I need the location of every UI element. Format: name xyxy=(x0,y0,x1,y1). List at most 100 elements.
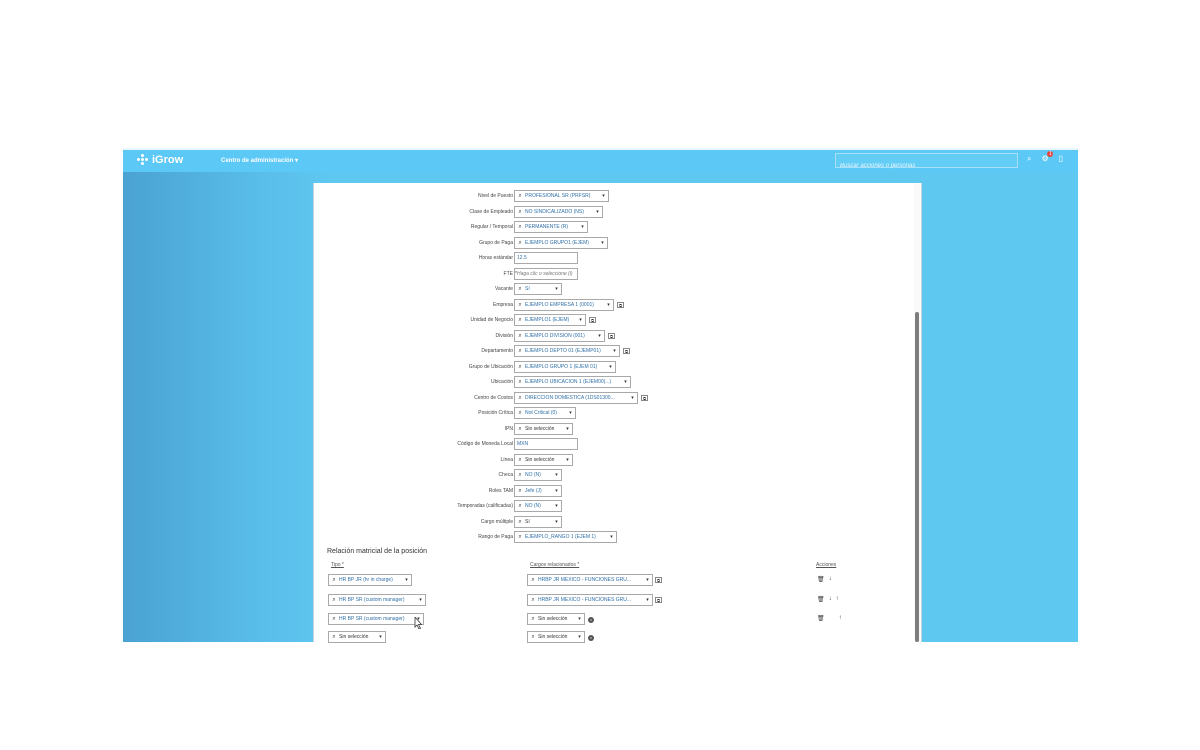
lookup-select[interactable]: ⌕ EJEMPLO_RANGO 1 (EJEM 1) ▾ xyxy=(514,531,617,543)
select-value: EJEMPLO GRUPO1 (EJEM) xyxy=(525,240,589,246)
lookup-select[interactable]: ⌕ Sin selección ▾ xyxy=(514,423,573,435)
admin-center-menu[interactable]: Centro de administración ▾ xyxy=(221,157,298,164)
lookup-select[interactable]: ⌕ EJEMPLO DEPTO 01 (EJEMP01) ▾ xyxy=(514,345,620,357)
field-label: Nivel de Puesto xyxy=(477,193,513,199)
open-external-icon[interactable]: ⧉ xyxy=(608,333,615,339)
lookup-select[interactable]: ⌕ EJEMPLO1 (EJEM) ▾ xyxy=(514,314,586,326)
lookup-select[interactable]: ⌕ Jefe (J) ▾ xyxy=(514,485,562,497)
lookup-select[interactable]: ⌕ EJEMPLO EMPRESA 1 (0001) ▾ xyxy=(514,299,614,311)
form-row: Grupo de Paga *⌕EJEMPLO GRUPO1 (EJEM)▾ xyxy=(313,237,913,249)
select-value: Not Critical (0) xyxy=(525,410,557,416)
arrow-up-icon[interactable]: ↑ xyxy=(839,615,842,622)
form-row: Cargo múltiple ⌕ Sí ▾ xyxy=(313,516,913,528)
chevron-down-icon[interactable]: ▾ xyxy=(563,457,572,463)
lookup-select[interactable]: ⌕ Sin selección ▾ xyxy=(514,454,573,466)
open-external-icon[interactable]: ⧉ xyxy=(623,348,630,354)
chevron-down-icon[interactable]: ▾ xyxy=(595,333,604,339)
select-value: EJEMPLO UBICACIÓN 1 (EJEM00(...) xyxy=(525,379,612,385)
chevron-down-icon[interactable]: ▾ xyxy=(643,597,652,603)
arrow-up-icon[interactable]: ↑ xyxy=(836,596,839,603)
lookup-select[interactable]: ⌕ EJEMPLO UBICACIÓN 1 (EJEM00(...) ▾ xyxy=(514,376,631,388)
chevron-down-icon[interactable]: ▾ xyxy=(563,426,572,432)
chevron-down-icon[interactable]: ▾ xyxy=(598,240,607,246)
open-external-icon[interactable]: ⧉ xyxy=(617,302,624,308)
search-icon: ⌕ xyxy=(332,576,336,583)
chevron-down-icon[interactable]: ▾ xyxy=(575,634,584,640)
open-external-icon[interactable]: ⧉ xyxy=(655,597,662,603)
chevron-down-icon[interactable]: ▾ xyxy=(416,597,425,603)
text-field[interactable]: MXN xyxy=(514,438,578,450)
matrix-lookup-select[interactable]: ⌕ HR BP JR (hr in charge) ▾ xyxy=(328,574,412,586)
matrix-lookup-select[interactable]: ⌕ HRBP JR MÉXICO - FUNCIONES GRU... ▾ xyxy=(527,574,653,586)
arrow-down-icon[interactable]: ↓ xyxy=(829,596,832,603)
chevron-down-icon[interactable]: ▾ xyxy=(606,364,615,370)
text-field[interactable]: 12.5 xyxy=(514,252,578,264)
select-value: PROFESIONAL SR (PRFSR) xyxy=(525,193,591,199)
matrix-lookup-select[interactable]: ⌕ Sin selección ▾ xyxy=(328,631,386,643)
matrix-lookup-select[interactable]: ⌕ HR BP SR (custom manager) ▾ xyxy=(328,613,424,625)
trash-icon[interactable]: 🗑 xyxy=(817,596,825,603)
matrix-lookup-select[interactable]: ⌕ Sin selección ▾ xyxy=(527,613,585,625)
select-value: PERMANENTE (R) xyxy=(525,224,569,230)
search-icon: ⌕ xyxy=(332,596,336,603)
more-icon[interactable]: ▯ xyxy=(1059,154,1063,164)
chevron-down-icon[interactable]: ▾ xyxy=(575,616,584,622)
chevron-down-icon[interactable]: ▾ xyxy=(593,209,602,215)
global-search[interactable] xyxy=(835,153,1018,172)
trash-icon[interactable]: 🗑 xyxy=(817,576,825,583)
chevron-down-icon[interactable]: ▾ xyxy=(607,534,616,540)
open-external-icon[interactable]: ⧉ xyxy=(589,317,596,323)
lookup-select[interactable]: ⌕ Sí ▾ xyxy=(514,516,562,528)
lookup-select[interactable]: ⌕ PERMANENTE (R) ▾ xyxy=(514,221,588,233)
matrix-lookup-select[interactable]: ⌕ HRBP JR MÉXICO - FUNCIONES GRU... ▾ xyxy=(527,594,653,606)
scrollbar-thumb[interactable] xyxy=(915,312,919,642)
chevron-down-icon[interactable]: ▾ xyxy=(376,634,385,640)
chevron-down-icon[interactable]: ▾ xyxy=(610,348,619,354)
chevron-down-icon[interactable]: ▾ xyxy=(578,224,587,230)
matrix-lookup-select[interactable]: ⌕ HR BP SR (custom manager) ▾ xyxy=(328,594,426,606)
search-icon: ⌕ xyxy=(518,518,522,525)
lookup-select[interactable]: ⌕ Not Critical (0) ▾ xyxy=(514,407,576,419)
open-external-icon[interactable]: ⧉ xyxy=(655,577,662,583)
select-value: NO (N) xyxy=(525,503,541,509)
matrix-actions-header: Acciones xyxy=(816,562,837,568)
matrix-section-title: Relación matricial de la posición xyxy=(327,548,427,555)
chevron-down-icon[interactable]: ▾ xyxy=(552,286,561,292)
clear-icon[interactable]: × xyxy=(588,635,594,641)
chevron-down-icon[interactable]: ▾ xyxy=(552,472,561,478)
matrix-lookup-select[interactable]: ⌕ Sin selección ▾ xyxy=(527,631,585,643)
search-icon: ⌕ xyxy=(518,347,522,354)
text-field[interactable]: Haga clic o seleccione (i) xyxy=(514,268,578,280)
chevron-down-icon[interactable]: ▾ xyxy=(566,410,575,416)
lookup-select[interactable]: ⌕ EJEMPLO GRUPO1 (EJEM) ▾ xyxy=(514,237,608,249)
chevron-down-icon[interactable]: ▾ xyxy=(621,379,630,385)
lookup-select[interactable]: ⌕ DIRECCIÓN DOMÉSTICA (1DS01300... ▾ xyxy=(514,392,638,404)
field-label: Temporadas (calificadas) xyxy=(457,503,513,509)
chevron-down-icon[interactable]: ▾ xyxy=(576,317,585,323)
lookup-select[interactable]: ⌕ NO (N) ▾ xyxy=(514,469,562,481)
notifications-icon[interactable]: ⚙ 1 xyxy=(1041,151,1054,164)
lookup-select[interactable]: ⌕ NO (N) ▾ xyxy=(514,500,562,512)
arrow-down-icon[interactable]: ↓ xyxy=(829,576,832,583)
open-external-icon[interactable]: ⧉ xyxy=(641,395,648,401)
chevron-down-icon[interactable]: ▾ xyxy=(643,577,652,583)
form-row: Horas estándar 12.5 xyxy=(313,252,913,264)
app-logo[interactable]: iGrow xyxy=(137,154,183,166)
lookup-select[interactable]: ⌕ NO SINDICALIZADO (NS) ▾ xyxy=(514,206,603,218)
lookup-select[interactable]: ⌕ EJEMPLO GRUPO 1 (EJEM 01) ▾ xyxy=(514,361,616,373)
chevron-down-icon[interactable]: ▾ xyxy=(552,488,561,494)
chevron-down-icon[interactable]: ▾ xyxy=(552,519,561,525)
search-input[interactable] xyxy=(836,160,1017,172)
search-icon[interactable]: ⌕ xyxy=(1027,154,1031,164)
trash-icon[interactable]: 🗑 xyxy=(817,615,825,622)
lookup-select[interactable]: ⌕ PROFESIONAL SR (PRFSR) ▾ xyxy=(514,190,609,202)
chevron-down-icon[interactable]: ▾ xyxy=(402,577,411,583)
chevron-down-icon[interactable]: ▾ xyxy=(604,302,613,308)
clear-icon[interactable]: × xyxy=(588,617,594,623)
chevron-down-icon[interactable]: ▾ xyxy=(628,395,637,401)
lookup-select[interactable]: ⌕ EJEMPLO DIVISIÓN (001) ▾ xyxy=(514,330,605,342)
lookup-select[interactable]: ⌕ Sí ▾ xyxy=(514,283,562,295)
select-value: Jefe (J) xyxy=(525,488,542,494)
chevron-down-icon[interactable]: ▾ xyxy=(552,503,561,509)
chevron-down-icon[interactable]: ▾ xyxy=(599,193,608,199)
